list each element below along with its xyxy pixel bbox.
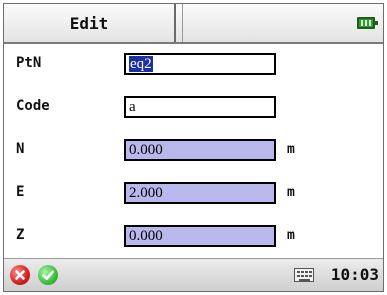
n-unit: m (287, 142, 295, 157)
check-circle-icon (42, 270, 54, 280)
ptn-selected-text: eq2 (129, 56, 153, 72)
z-label: Z (16, 227, 25, 243)
e-label: E (16, 184, 25, 200)
z-row: Z 0.000 m (4, 220, 383, 254)
close-circle-icon (15, 270, 25, 280)
ptn-label: PtN (16, 55, 42, 71)
keyboard-icon[interactable] (294, 268, 314, 282)
n-input[interactable]: 0.000 (124, 139, 276, 161)
ptn-input[interactable]: eq2 (124, 53, 276, 75)
ptn-row: PtN eq2 (4, 48, 383, 82)
edit-screen: Edit PtN eq2 Code a N 0.000 m E 2.000 m … (3, 3, 384, 292)
battery-icon (357, 17, 378, 29)
clock: 10:03 (330, 265, 379, 284)
title-bar: Edit (4, 4, 383, 44)
n-row: N 0.000 m (4, 134, 383, 168)
n-label: N (16, 141, 25, 157)
ok-button[interactable] (38, 265, 58, 285)
status-bar: 10:03 (4, 258, 383, 291)
e-row: E 2.000 m (4, 177, 383, 211)
z-unit: m (287, 228, 295, 243)
title-bar-status-area (182, 4, 383, 42)
page-title: Edit (4, 4, 176, 42)
z-input[interactable]: 0.000 (124, 225, 276, 247)
e-input[interactable]: 2.000 (124, 182, 276, 204)
code-label: Code (16, 98, 50, 114)
code-row: Code a (4, 91, 383, 125)
e-unit: m (287, 185, 295, 200)
cancel-button[interactable] (10, 265, 30, 285)
code-input[interactable]: a (124, 96, 276, 118)
